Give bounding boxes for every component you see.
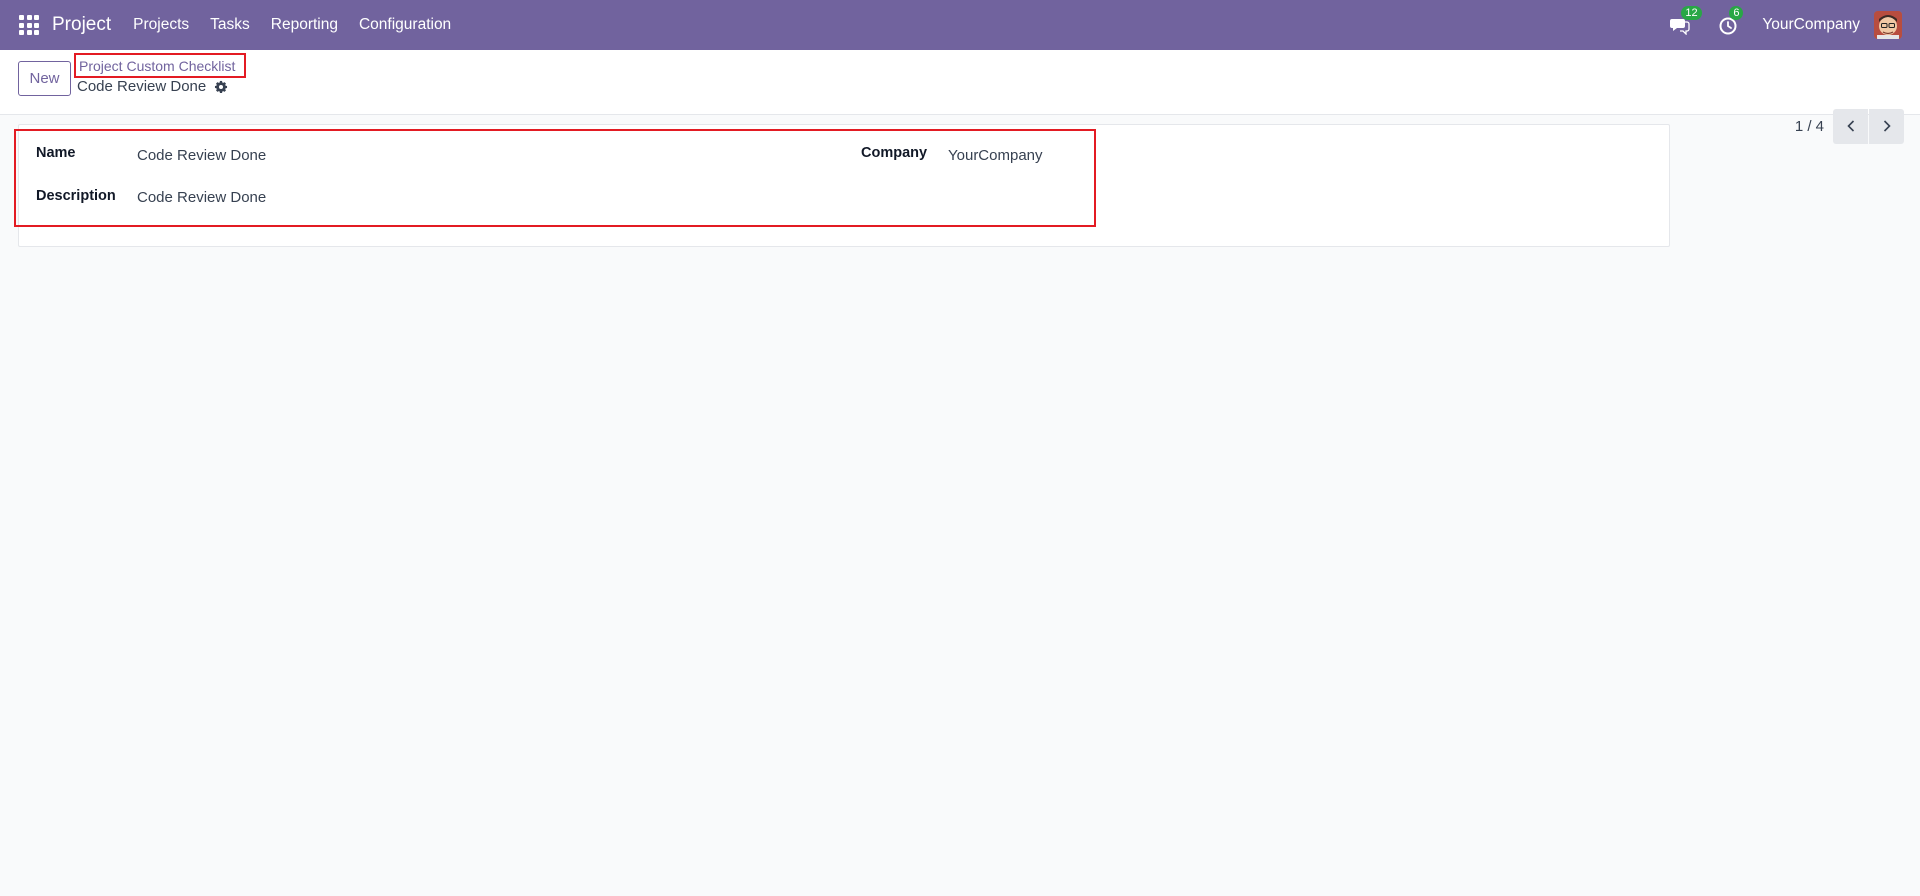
description-field[interactable]: Code Review Done: [137, 189, 266, 206]
systray: 12 6 YourCompany: [1670, 0, 1920, 50]
company-switcher[interactable]: YourCompany: [1762, 16, 1860, 34]
activities-button[interactable]: 6: [1718, 6, 1744, 35]
record-title-text: Code Review Done: [77, 78, 207, 95]
company-field[interactable]: YourCompany: [948, 147, 1043, 164]
pager-next-button[interactable]: [1869, 108, 1904, 144]
breadcrumb-project-custom-checklist[interactable]: Project Custom Checklist: [74, 53, 246, 78]
new-button[interactable]: New: [18, 61, 71, 96]
pager-value[interactable]: 1 / 4: [1795, 118, 1824, 135]
top-navbar: Project Projects Tasks Reporting Configu…: [0, 0, 1920, 50]
gear-icon[interactable]: [214, 80, 228, 94]
chevron-left-icon: [1846, 120, 1854, 132]
name-label: Name: [36, 145, 76, 161]
menu-item-configuration[interactable]: Configuration: [359, 16, 451, 34]
chevron-right-icon: [1883, 120, 1891, 132]
menu-item-projects[interactable]: Projects: [133, 16, 189, 34]
app-name[interactable]: Project: [52, 14, 111, 36]
main-menu: Projects Tasks Reporting Configuration: [133, 16, 472, 34]
pager-previous-button[interactable]: [1833, 108, 1868, 144]
name-field[interactable]: Code Review Done: [137, 147, 266, 164]
form-sheet: [18, 124, 1670, 247]
messages-badge: 12: [1681, 6, 1702, 20]
pager: 1 / 4: [1795, 108, 1920, 144]
user-avatar[interactable]: [1874, 11, 1902, 39]
company-label: Company: [861, 145, 928, 161]
description-label: Description: [36, 188, 116, 204]
menu-item-tasks[interactable]: Tasks: [210, 16, 250, 34]
control-panel: New 1 / 4: [0, 50, 1920, 144]
apps-grid-icon[interactable]: [19, 15, 39, 35]
messages-button[interactable]: 12: [1670, 6, 1702, 36]
activities-badge: 6: [1729, 6, 1744, 20]
menu-item-reporting[interactable]: Reporting: [271, 16, 338, 34]
record-title: Code Review Done: [77, 78, 228, 95]
